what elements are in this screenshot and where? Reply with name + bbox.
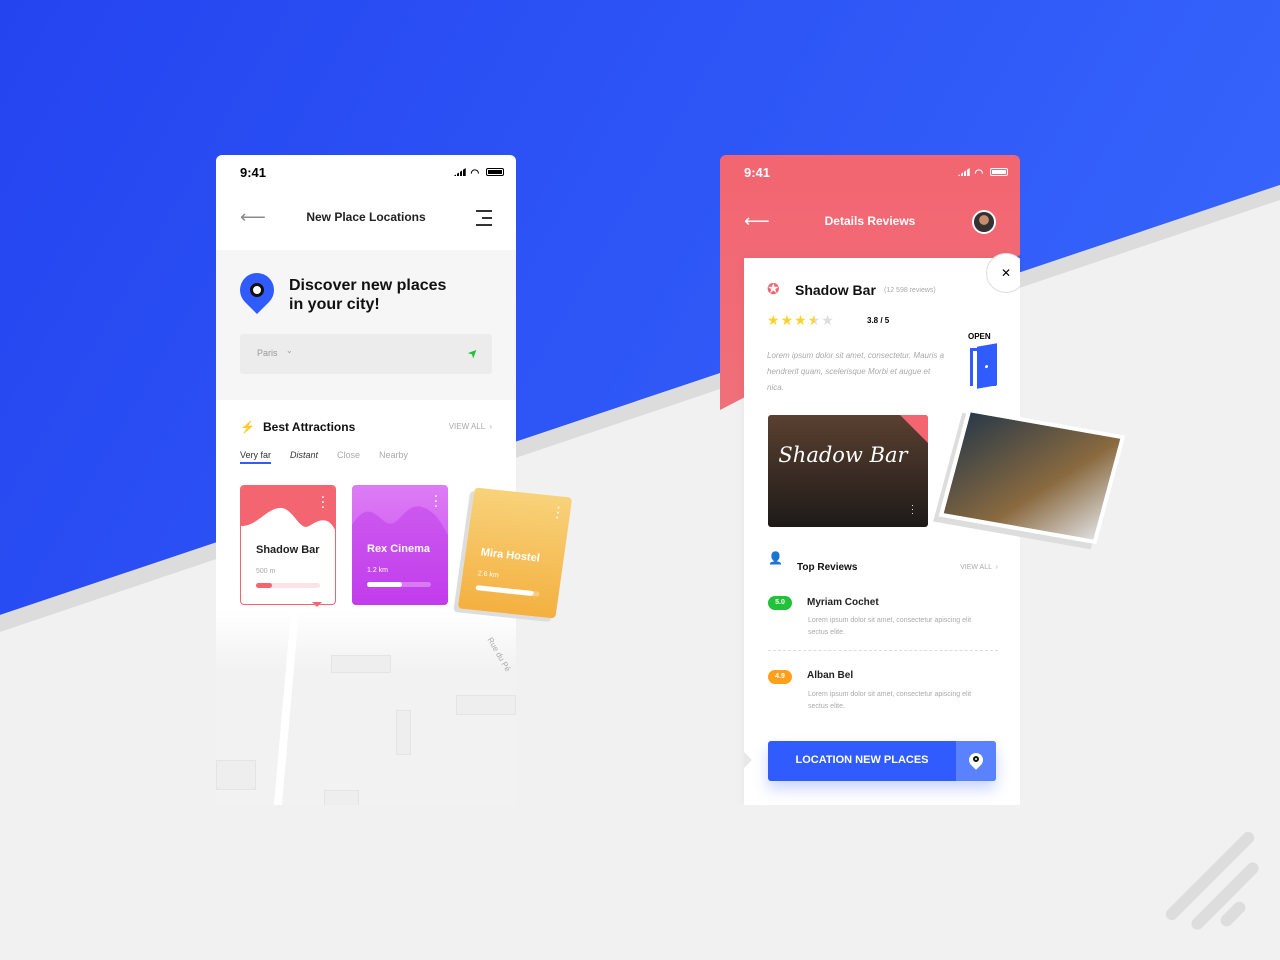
card-distance: 2.6 km: [477, 570, 500, 580]
tab-close[interactable]: Close: [337, 450, 360, 464]
view-all-link[interactable]: VIEW ALL ›: [960, 564, 998, 571]
tab-very-far[interactable]: Very far: [240, 450, 272, 464]
wine-tag: [900, 415, 928, 443]
card-pointer: [312, 602, 322, 612]
map-building: [324, 790, 359, 805]
divider: [768, 650, 998, 651]
rating-value: 3.8 / 5: [867, 316, 890, 325]
reviewer-name: Myriam Cochet: [807, 597, 879, 608]
star-icon: ★: [794, 312, 808, 328]
view-all-link[interactable]: VIEW ALL ›: [449, 422, 492, 431]
place-description: Lorem ipsum dolor sit amet, consectetur.…: [767, 351, 945, 392]
card-distance: 500 m: [256, 568, 276, 575]
map-building: [331, 655, 391, 673]
status-time: 9:41: [240, 165, 267, 180]
star-icon: ★: [767, 312, 781, 328]
review-text: Lorem ipsum dolor sit amet, consectetur …: [808, 617, 972, 636]
left-phone-screen: 9:41 ◠ ⟵ New Place Locations Discover ne…: [216, 155, 516, 805]
city-select[interactable]: Paris ⌄ ➤: [240, 334, 492, 374]
details-card: ✕ ✪ Shadow Bar (12 598 reviews) ★★★★★ 3.…: [744, 253, 1020, 805]
tab-distant[interactable]: Distant: [290, 450, 318, 464]
hero-heading: Discover new places in your city!: [289, 277, 447, 313]
more-options-icon[interactable]: · · ·: [434, 492, 438, 513]
map-building: [216, 760, 256, 790]
place-name: Shadow Bar: [795, 282, 876, 298]
page-title: New Place Locations: [306, 210, 426, 224]
status-icons: ◠: [453, 168, 504, 179]
cta-label: LOCATION NEW PLACES: [795, 754, 929, 766]
distance-tabs: Very far Distant Close Nearby: [240, 450, 408, 464]
bar-sign: Shadow Bar: [778, 443, 908, 467]
button-pointer: [744, 752, 760, 768]
location-new-places-button[interactable]: LOCATION NEW PLACES: [768, 741, 996, 781]
review-count: (12 598 reviews): [884, 287, 936, 294]
user-avatar[interactable]: [972, 210, 996, 234]
card-name: Shadow Bar: [256, 544, 320, 556]
card-distance: 1.2 km: [367, 567, 389, 574]
menu-icon[interactable]: [476, 210, 492, 226]
status-bar: 9:41 ◠: [744, 165, 1008, 181]
star-icon: ★: [821, 312, 835, 328]
bolt-icon: ⚡: [240, 420, 255, 434]
more-options-icon[interactable]: · · ·: [321, 493, 325, 514]
chevron-down-icon: ⌄: [286, 346, 293, 355]
card-progress: [367, 582, 431, 587]
map-building: [396, 710, 411, 755]
award-icon: ✪: [767, 281, 780, 298]
review-text: Lorem ipsum dolor sit amet, consectetur …: [808, 691, 972, 710]
map-road: [273, 609, 299, 805]
card-name: Mira Hostel: [479, 546, 541, 565]
map-building: [456, 695, 516, 715]
card-name: Rex Cinema: [367, 543, 430, 555]
street-label: Rue du Pé: [485, 635, 513, 674]
review-score: 5.0: [768, 596, 792, 610]
status-icons: ◠: [957, 168, 1008, 179]
star-icon: ★: [780, 312, 795, 328]
open-status: OPEN: [968, 332, 991, 341]
review-score: 4.9: [768, 670, 792, 684]
status-bar: 9:41 ◠: [240, 165, 504, 181]
map[interactable]: Rue du Pé: [216, 609, 516, 805]
section-title: Top Reviews: [797, 562, 858, 573]
close-button[interactable]: ✕: [986, 253, 1020, 293]
attraction-card-mira-hostel[interactable]: · · · Mira Hostel 2.6 km: [457, 487, 573, 619]
card-progress: [256, 583, 320, 588]
bar-photo[interactable]: Shadow Bar · · ·: [768, 415, 928, 527]
section-title: Best Attractions: [263, 420, 356, 434]
star-rating: ★★★★★: [767, 312, 835, 329]
pin-icon: [956, 741, 996, 781]
status-time: 9:41: [744, 165, 771, 180]
reviewers-icon: 👤: [768, 551, 783, 565]
tab-nearby[interactable]: Nearby: [379, 450, 408, 464]
door-icon: [970, 343, 997, 389]
brand-logo: [1150, 829, 1262, 933]
more-options-icon[interactable]: · · ·: [555, 502, 562, 524]
attraction-card-shadow-bar[interactable]: · · · Shadow Bar 500 m: [240, 485, 336, 605]
star-icon: ★: [807, 312, 822, 328]
city-value: Paris: [257, 348, 278, 358]
navigation-arrow-icon[interactable]: ➤: [464, 344, 481, 361]
more-options-icon[interactable]: · · ·: [911, 501, 914, 518]
reviewer-name: Alban Bel: [807, 670, 854, 681]
card-progress: [475, 585, 540, 597]
attraction-card-rex-cinema[interactable]: · · · Rex Cinema 1.2 km: [352, 485, 448, 605]
